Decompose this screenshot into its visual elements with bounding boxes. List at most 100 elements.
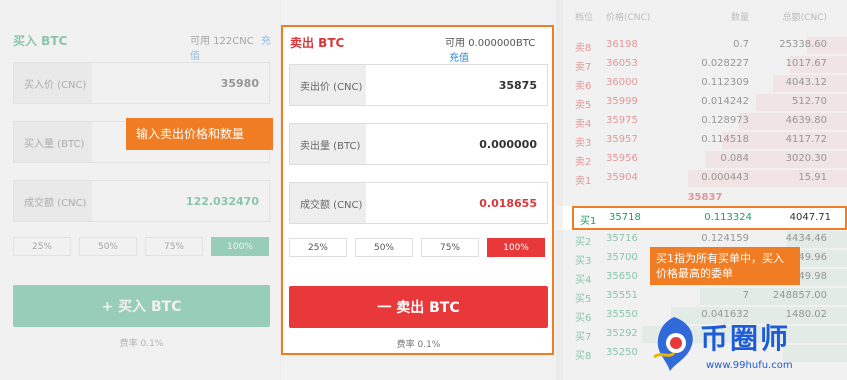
bid-row[interactable]: 买5 35551 7 248857.00 [563, 287, 847, 306]
ask-row[interactable]: 卖3 35957 0.114518 4117.72 [563, 131, 847, 150]
book-cell-price: 35292 [606, 328, 638, 339]
sell-total-field: 成交额 (CNC) 0.018655 [289, 182, 548, 224]
book-cell-price: 35957 [606, 134, 638, 145]
book-cell-qty: 0.128973 [701, 115, 749, 126]
ask-row[interactable]: 卖5 35999 0.014242 512.70 [563, 93, 847, 112]
book-cell-total: 248857.00 [772, 290, 827, 301]
book-cell-qty: 0.014242 [701, 96, 749, 107]
buy-available: 可用 122CNC 充值 [190, 32, 280, 62]
callout-best-bid-note: 买1指为所有买单中，买入价格最高的委单 [650, 247, 800, 285]
buy-fee: 费率 0.1% [119, 339, 164, 349]
book-cell-level: 卖7 [575, 62, 592, 73]
sell-total-label: 成交额 (CNC) [290, 183, 366, 223]
header-total: 总额(CNC) [782, 13, 827, 23]
ask-row[interactable]: 卖8 36198 0.7 25338.60 [563, 36, 847, 55]
book-cell-level: 买5 [575, 294, 592, 305]
best-bid-level: 买1 [580, 216, 597, 227]
book-cell-price: 35999 [606, 96, 638, 107]
sell-price-label: 卖出价 (CNC) [290, 65, 366, 105]
buy-price-label: 买入价 (CNC) [14, 63, 92, 103]
ask-row[interactable]: 卖6 36000 0.112309 4043.12 [563, 74, 847, 93]
book-cell-total: 3020.30 [785, 153, 827, 164]
book-cell-total: 512.70 [792, 96, 827, 107]
book-cell-price: 35904 [606, 172, 638, 183]
book-cell-level: 买3 [575, 256, 592, 267]
ask-row[interactable]: 卖2 35956 0.084 3020.30 [563, 150, 847, 169]
book-cell-level: 卖8 [575, 43, 592, 54]
sell-price-value[interactable]: 35875 [499, 65, 537, 105]
book-cell-level: 卖2 [575, 157, 592, 168]
book-cell-qty: 7 [742, 290, 749, 301]
sell-pct-75[interactable]: 75% [421, 238, 479, 257]
book-cell-level: 买7 [575, 332, 592, 343]
watermark-brand: 币圈师 [700, 322, 791, 355]
buy-pct-50[interactable]: 50% [79, 237, 137, 256]
sell-title: 卖出 BTC [290, 36, 345, 50]
buy-panel: 买入 BTC 可用 122CNC 充值 买入价 (CNC) 35980 买入量 … [0, 0, 280, 380]
book-cell-level: 卖3 [575, 138, 592, 149]
sell-available: 可用 0.000000BTC 充值 [445, 34, 552, 64]
book-cell-level: 买6 [575, 313, 592, 324]
sell-pct-50[interactable]: 50% [355, 238, 413, 257]
book-cell-level: 买4 [575, 275, 592, 286]
buy-available-label: 可用 [190, 36, 210, 47]
ask-row[interactable]: 卖4 35975 0.128973 4639.80 [563, 112, 847, 131]
book-cell-total: 25338.60 [779, 39, 827, 50]
sell-pct-100[interactable]: 100% [487, 238, 545, 257]
book-cell-price: 36000 [606, 77, 638, 88]
book-cell-price: 35716 [606, 233, 638, 244]
mid-price: 35837 [687, 192, 723, 203]
book-cell-total: 4434.46 [785, 233, 827, 244]
header-level: 档位 [575, 13, 594, 23]
book-cell-price: 36053 [606, 58, 638, 69]
sell-price-field[interactable]: 卖出价 (CNC) 35875 [289, 64, 548, 106]
best-bid-qty: 0.113324 [704, 212, 752, 223]
order-book-header: 档位 价格(CNC) 数量 总额(CNC) [563, 10, 847, 26]
buy-pct-100[interactable]: 100% [211, 237, 269, 256]
book-cell-qty: 0.7 [733, 39, 749, 50]
buy-price-field[interactable]: 买入价 (CNC) 35980 [13, 62, 270, 104]
book-cell-total: 49.98 [798, 271, 827, 282]
buy-pct-75[interactable]: 75% [145, 237, 203, 256]
book-cell-level: 买2 [575, 237, 592, 248]
book-cell-price: 35700 [606, 252, 638, 263]
watermark-url: www.99hufu.com [706, 360, 793, 371]
buy-button[interactable]: + 买入 BTC [13, 285, 270, 327]
book-cell-price: 36198 [606, 39, 638, 50]
book-cell-qty: 0.114518 [701, 134, 749, 145]
book-cell-price: 35650 [606, 271, 638, 282]
buy-total-field: 成交额 (CNC) 122.032470 [13, 180, 270, 222]
buy-pct-25[interactable]: 25% [13, 237, 71, 256]
book-cell-total: 4117.72 [785, 134, 827, 145]
best-bid-row[interactable]: 买1 35718 0.113324 4047.71 [572, 206, 847, 230]
book-cell-qty: 0.124159 [701, 233, 749, 244]
buy-available-value: 122CNC [213, 36, 254, 47]
buy-total-value: 122.032470 [185, 194, 259, 208]
book-cell-total: 4043.12 [785, 77, 827, 88]
sell-fee: 费率 0.1% [396, 340, 441, 350]
best-bid-total: 4047.71 [789, 212, 831, 223]
book-cell-total: 15.91 [798, 172, 827, 183]
sell-qty-field[interactable]: 卖出量 (BTC) 0.000000 [289, 123, 548, 165]
book-cell-total: 1017.67 [785, 58, 827, 69]
buy-qty-label: 买入量 (BTC) [14, 122, 92, 162]
sell-button[interactable]: 一 卖出 BTC [289, 286, 548, 328]
buy-total-label: 成交额 (CNC) [14, 181, 92, 221]
book-cell-price: 35975 [606, 115, 638, 126]
header-qty: 数量 [730, 13, 749, 23]
ask-row[interactable]: 卖1 35904 0.000443 15.91 [563, 169, 847, 188]
sell-qty-value[interactable]: 0.000000 [479, 124, 537, 164]
book-cell-qty: 0.028227 [701, 58, 749, 69]
sell-recharge-link[interactable]: 充值 [449, 53, 469, 64]
buy-title: 买入 BTC [13, 34, 68, 48]
header-price: 价格(CNC) [606, 13, 651, 23]
book-cell-level: 买8 [575, 351, 592, 362]
book-cell-level: 卖5 [575, 100, 592, 111]
book-cell-price: 35250 [606, 347, 638, 358]
buy-price-value[interactable]: 35980 [221, 63, 259, 103]
sell-pct-25[interactable]: 25% [289, 238, 347, 257]
sell-available-label: 可用 [445, 38, 465, 49]
book-cell-price: 35956 [606, 153, 638, 164]
book-cell-total: 49.96 [798, 252, 827, 263]
ask-row[interactable]: 卖7 36053 0.028227 1017.67 [563, 55, 847, 74]
